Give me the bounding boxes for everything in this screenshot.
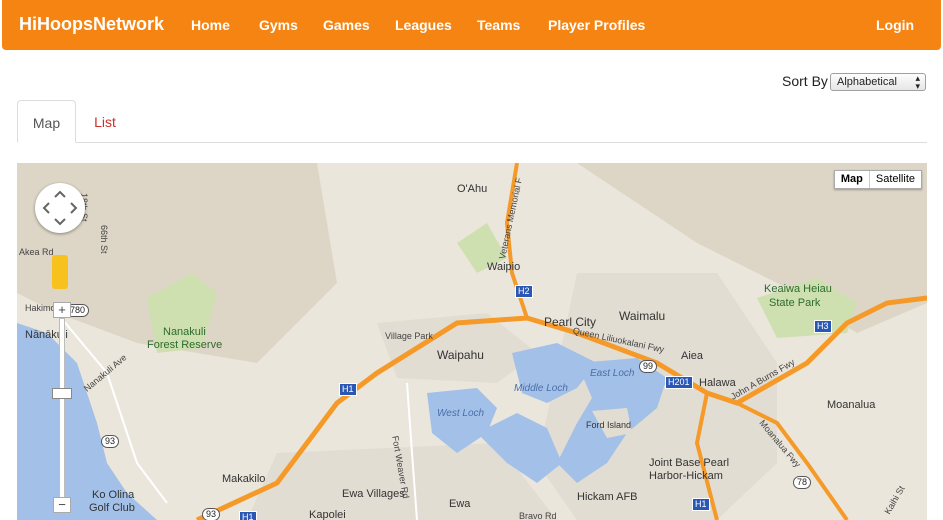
map-label: Aiea <box>681 350 704 362</box>
pan-control[interactable] <box>35 183 85 233</box>
select-arrows-icon: ▴ ▾ <box>915 73 920 91</box>
map-label: O'Ahu <box>457 183 488 195</box>
route-shield: 99 <box>639 360 658 373</box>
map-label: Waimalu <box>619 309 666 323</box>
map-label: Ko Olina <box>92 489 135 501</box>
tab-map[interactable]: Map <box>17 100 76 143</box>
tabs-divider <box>17 142 927 143</box>
zoom-slider-thumb[interactable] <box>52 388 72 399</box>
sort-selected-value: Alphabetical <box>837 76 897 88</box>
map-label: Middle Loch <box>514 383 568 394</box>
interstate-shield: H1 <box>239 511 257 520</box>
sort-select[interactable]: Alphabetical ▴ ▾ <box>830 73 926 91</box>
map-label: Kapolei <box>309 509 346 520</box>
route-shield: 78 <box>793 476 812 489</box>
map-label: Nanakuli <box>163 326 206 338</box>
nav-gyms[interactable]: Gyms <box>259 17 298 33</box>
map-label: Bravo Rd <box>519 511 557 520</box>
map-label: West Loch <box>437 408 485 419</box>
map-label: Makakilo <box>222 473 266 485</box>
map-view[interactable]: O'Ahu Veterans Memorial F Waipio Pearl C… <box>17 163 927 520</box>
map-label: East Loch <box>590 368 635 379</box>
map-label: Moanalua <box>827 399 876 411</box>
brand-logo[interactable]: HiHoopsNetwork <box>19 14 164 35</box>
zoom-out-button[interactable]: − <box>53 497 71 513</box>
map-label: Harbor-Hickam <box>649 470 723 482</box>
nav-home[interactable]: Home <box>191 17 230 33</box>
route-shield: 93 <box>202 508 221 520</box>
map-label: Ewa Villages <box>342 488 405 500</box>
map-label: Ford Island <box>586 420 632 430</box>
map-label: Forest Reserve <box>147 339 223 351</box>
nav-games[interactable]: Games <box>323 17 370 33</box>
sort-label: Sort By <box>782 73 828 89</box>
route-shield: 93 <box>101 435 120 448</box>
nav-teams[interactable]: Teams <box>477 17 520 33</box>
interstate-shield: H1 <box>692 498 710 511</box>
zoom-slider-track[interactable] <box>59 318 65 498</box>
interstate-shield: H201 <box>665 376 693 389</box>
zoom-in-button[interactable]: + <box>53 302 71 318</box>
map-type-satellite-button[interactable]: Satellite <box>870 171 921 188</box>
map-label: Waipahu <box>437 348 484 362</box>
map-type-control: Map Satellite <box>833 170 922 189</box>
map-label: Golf Club <box>89 502 135 514</box>
map-label: Pearl City <box>544 315 597 329</box>
map-label: Village Park <box>385 331 433 341</box>
nav-leagues[interactable]: Leagues <box>395 17 452 33</box>
map-label: Joint Base Pearl <box>649 457 730 469</box>
map-label: State Park <box>769 297 821 309</box>
map-label: Hickam AFB <box>577 491 638 503</box>
map-label: 66th St <box>99 225 109 254</box>
pan-arrows-icon <box>42 190 78 226</box>
map-label: Halawa <box>699 377 736 389</box>
ocean <box>17 323 157 520</box>
map-label: Akea Rd <box>19 247 54 257</box>
interstate-shield: H3 <box>814 320 832 333</box>
street-view-pegman-icon[interactable] <box>52 255 68 289</box>
interstate-shield: H1 <box>339 383 357 396</box>
map-label: Waipio <box>487 261 521 273</box>
interstate-shield: H2 <box>515 285 533 298</box>
west-loch <box>427 388 497 453</box>
top-navbar: HiHoopsNetwork Home Gyms Games Leagues T… <box>2 0 941 50</box>
map-type-map-button[interactable]: Map <box>835 171 870 188</box>
nav-player-profiles[interactable]: Player Profiles <box>548 17 645 33</box>
nav-login[interactable]: Login <box>876 17 914 33</box>
map-label: Ewa <box>449 498 471 510</box>
map-label: Keaiwa Heiau <box>764 283 832 295</box>
tab-list[interactable]: List <box>79 100 131 143</box>
